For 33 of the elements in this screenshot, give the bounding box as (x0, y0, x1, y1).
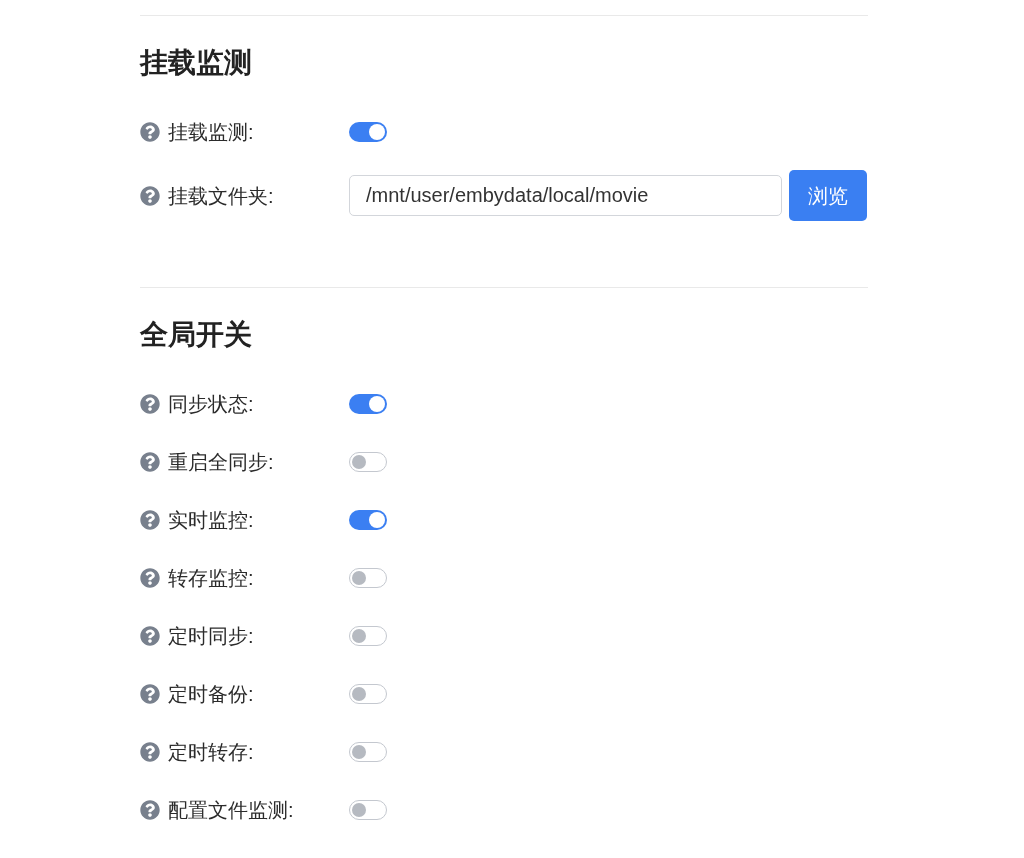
toggle-switch[interactable] (349, 394, 387, 414)
help-icon[interactable] (140, 568, 160, 588)
field-label: 转存监控: (168, 566, 254, 591)
field-label: 定时转存: (168, 740, 254, 765)
toggle-switch[interactable] (349, 452, 387, 472)
field-label: 实时监控: (168, 508, 254, 533)
help-icon[interactable] (140, 742, 160, 762)
section-heading: 全局开关 (140, 318, 253, 352)
toggle-switch[interactable] (349, 742, 387, 762)
toggle-switch[interactable] (349, 684, 387, 704)
toggle-switch[interactable] (349, 510, 387, 530)
help-icon[interactable] (140, 185, 160, 206)
help-icon[interactable] (140, 800, 160, 820)
help-icon[interactable] (140, 684, 160, 704)
field-label: 定时同步: (168, 624, 254, 649)
field-label: 配置文件监测: (168, 798, 294, 823)
help-icon[interactable] (140, 394, 160, 414)
field-label: 挂载监测: (168, 120, 254, 145)
toggle-switch[interactable] (349, 626, 387, 646)
field-label: 同步状态: (168, 392, 254, 417)
field-label: 挂载文件夹: (168, 183, 274, 209)
help-icon[interactable] (140, 452, 160, 472)
help-icon[interactable] (140, 626, 160, 646)
section-heading: 挂载监测 (140, 46, 253, 80)
browse-button[interactable]: 浏览 (789, 170, 867, 221)
help-icon[interactable] (140, 122, 160, 142)
toggle-switch[interactable] (349, 568, 387, 588)
help-icon[interactable] (140, 510, 160, 530)
field-label: 重启全同步: (168, 450, 274, 475)
toggle-switch[interactable] (349, 800, 387, 820)
folder-path-input[interactable]: /mnt/user/embydata/local/movie (349, 175, 782, 216)
field-label: 定时备份: (168, 682, 254, 707)
toggle-switch[interactable] (349, 122, 387, 142)
